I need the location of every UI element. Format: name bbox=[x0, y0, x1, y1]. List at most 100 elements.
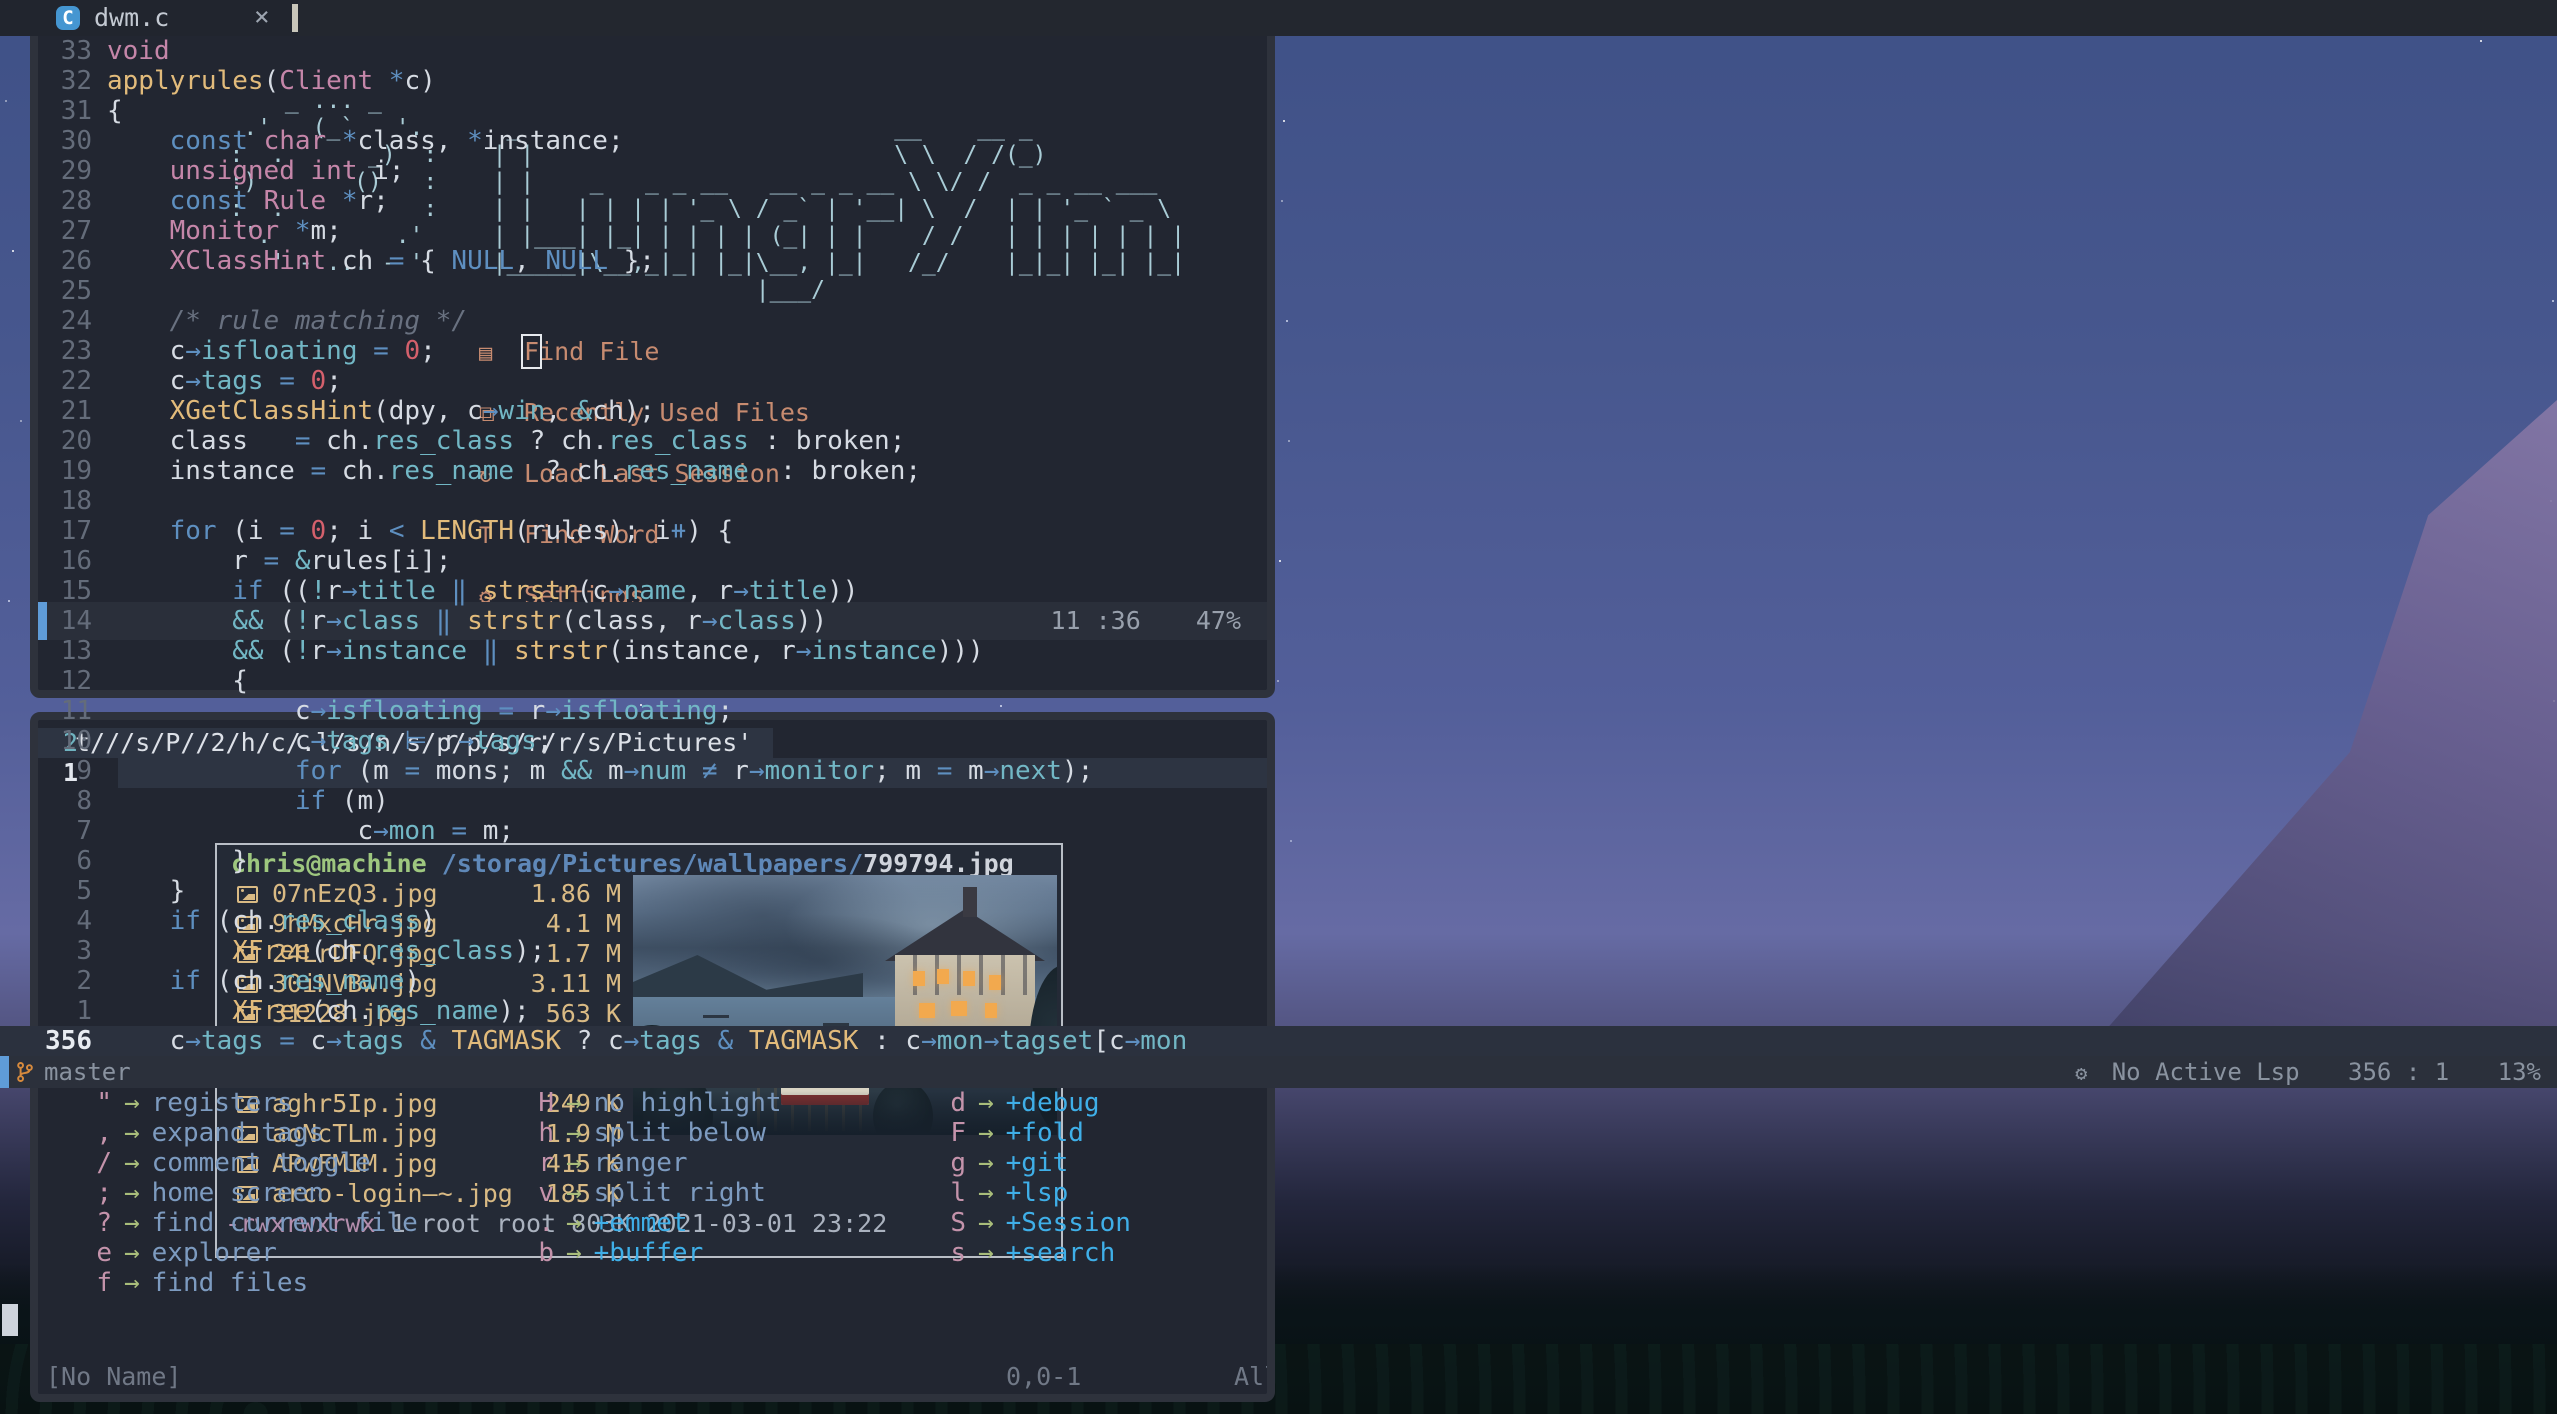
code-line[interactable]: 2 if (ch.res_name) bbox=[0, 966, 2557, 996]
arrow-icon: → bbox=[978, 1088, 994, 1118]
which-key-binding[interactable]: , → expand tags bbox=[78, 1118, 418, 1148]
key-label: ; bbox=[96, 1178, 112, 1208]
code-line[interactable]: 20 class = ch.res_class ? ch.res_class :… bbox=[0, 426, 2557, 456]
arrow-icon: → bbox=[566, 1118, 582, 1148]
code-text: if (ch.res_class) bbox=[169, 906, 436, 936]
code-text: unsigned int i; bbox=[169, 156, 405, 186]
buffer-name: [No Name] bbox=[46, 1362, 182, 1391]
code-line[interactable]: 21 XGetClassHint(dpy, c→win, &ch); bbox=[0, 396, 2557, 426]
which-key-binding[interactable]: g → +git bbox=[932, 1148, 1131, 1178]
code-line[interactable]: 11 c→isfloating = r→isfloating; bbox=[0, 696, 2557, 726]
binding-description: find files bbox=[151, 1268, 309, 1298]
which-key-binding[interactable]: r → ranger bbox=[520, 1148, 782, 1178]
code-line[interactable]: 9 for (m = mons; m && m→num ≠ r→monitor;… bbox=[0, 756, 2557, 786]
code-text: { bbox=[107, 96, 123, 126]
line-number: 11 bbox=[60, 696, 92, 726]
code-line[interactable]: 27 Monitor *m; bbox=[0, 216, 2557, 246]
code-line[interactable]: 7 c→mon = m; bbox=[0, 816, 2557, 846]
line-number: 28 bbox=[60, 186, 92, 216]
code-text: XGetClassHint(dpy, c→win, &ch); bbox=[169, 396, 655, 426]
arrow-icon: → bbox=[124, 1088, 140, 1118]
code-line[interactable]: 33 void bbox=[0, 36, 2557, 66]
tab-dwm-c[interactable]: dwm.c bbox=[94, 0, 169, 36]
which-key-column: d → +debug F → +fold g → +git l → +lsp S → +Session s → +… bbox=[932, 1088, 1131, 1268]
code-line[interactable]: 18 bbox=[0, 486, 2557, 516]
code-line[interactable]: 6 } bbox=[0, 846, 2557, 876]
arrow-icon: → bbox=[978, 1178, 994, 1208]
which-key-binding[interactable]: S → +Session bbox=[932, 1208, 1131, 1238]
mode-indicator-bar bbox=[0, 1056, 9, 1088]
code-line[interactable]: 29 unsigned int i; bbox=[0, 156, 2557, 186]
git-branch-icon bbox=[17, 1061, 33, 1083]
which-key-binding[interactable]: v → split right bbox=[520, 1178, 782, 1208]
line-number: 14 bbox=[60, 606, 92, 636]
code-line[interactable]: 10 c→tags ⊨ r→tags; bbox=[0, 726, 2557, 756]
which-key-binding[interactable]: ; → home screen bbox=[78, 1178, 418, 1208]
which-key-binding[interactable]: H → no highlight bbox=[520, 1088, 781, 1118]
line-number: 26 bbox=[60, 246, 92, 276]
line-number: 13 bbox=[60, 636, 92, 666]
which-key-binding[interactable]: / → comment toggle bbox=[78, 1148, 418, 1178]
code-line[interactable]: 23 c→isfloating = 0; bbox=[0, 336, 2557, 366]
code-line[interactable]: 14 && (!r→class ‖ strstr(class, r→class)… bbox=[0, 606, 2557, 636]
arrow-icon: → bbox=[978, 1118, 994, 1148]
code-text: c→isfloating = 0; bbox=[107, 336, 436, 366]
code-text: XClassHint ch = { NULL, NULL }; bbox=[169, 246, 655, 276]
which-key-binding[interactable]: e → explorer bbox=[78, 1238, 418, 1268]
which-key-binding[interactable]: ? → find current file bbox=[78, 1208, 417, 1238]
line-number: 18 bbox=[60, 486, 92, 516]
which-key-binding[interactable]: d → +debug bbox=[932, 1088, 1131, 1118]
code-line[interactable]: 12 { bbox=[0, 666, 2557, 696]
code-line[interactable]: 13 && (!r→instance ‖ strstr(instance, r→… bbox=[0, 636, 2557, 666]
close-icon[interactable]: × bbox=[254, 0, 270, 36]
code-line[interactable]: 26 XClassHint ch = { NULL, NULL }; bbox=[0, 246, 2557, 276]
code-text: && (!r→class ‖ strstr(class, r→class)) bbox=[232, 606, 828, 636]
code-line[interactable]: 4 if (ch.res_class) bbox=[0, 906, 2557, 936]
code-line[interactable]: 5 } bbox=[0, 876, 2557, 906]
binding-description: +search bbox=[1005, 1238, 1116, 1268]
line-number: 25 bbox=[60, 276, 92, 306]
code-text: instance = ch.res_name ? ch.res_name : b… bbox=[107, 456, 922, 486]
line-number: 33 bbox=[60, 36, 92, 66]
code-line[interactable]: 19 instance = ch.res_name ? ch.res_name … bbox=[0, 456, 2557, 486]
line-number: 20 bbox=[60, 426, 92, 456]
code-line[interactable]: 32 applyrules(Client *c) bbox=[0, 66, 2557, 96]
key-label: l bbox=[950, 1178, 966, 1208]
code-line[interactable]: 15 if ((!r→title ‖ strstr(c→name, r→titl… bbox=[0, 576, 2557, 606]
code-line[interactable]: 16 r = &rules[i]; bbox=[0, 546, 2557, 576]
binding-description: +emmet bbox=[593, 1208, 688, 1238]
code-line[interactable]: 8 if (m) bbox=[0, 786, 2557, 816]
which-key-binding[interactable]: . → +emmet bbox=[520, 1208, 782, 1238]
code-line[interactable]: 31 { bbox=[0, 96, 2557, 126]
which-key-binding[interactable]: f → find files bbox=[78, 1268, 418, 1298]
arrow-icon: → bbox=[124, 1268, 140, 1298]
binding-description: +git bbox=[1005, 1148, 1069, 1178]
which-key-binding[interactable]: l → +lsp bbox=[932, 1178, 1131, 1208]
code-line[interactable]: 25 bbox=[0, 276, 2557, 306]
arrow-icon: → bbox=[124, 1238, 140, 1268]
which-key-binding[interactable]: h → split below bbox=[520, 1118, 782, 1148]
code-line[interactable]: 356 c→tags = c→tags & TAGMASK ? c→tags &… bbox=[0, 1026, 2557, 1056]
code-line[interactable]: 3 XFree(ch.res_class); bbox=[0, 936, 2557, 966]
code-line[interactable]: 24 /* rule matching */ bbox=[0, 306, 2557, 336]
code-line[interactable]: 28 const Rule *r; bbox=[0, 186, 2557, 216]
line-number: 6 bbox=[76, 846, 92, 876]
code-text: c→tags ⊨ r→tags; bbox=[107, 726, 553, 756]
c-language-icon: C bbox=[56, 6, 80, 30]
code-line[interactable]: 30 const char *class, *instance; bbox=[0, 126, 2557, 156]
which-key-binding[interactable]: F → +fold bbox=[932, 1118, 1131, 1148]
code-line[interactable]: 22 c→tags = 0; bbox=[0, 366, 2557, 396]
code-line[interactable]: 1 XFree(ch.res_name); bbox=[0, 996, 2557, 1026]
code-area: 33 void 32 applyrules(Client *c) 31{30 const… bbox=[0, 36, 2557, 1056]
which-key-binding[interactable]: " → registers bbox=[78, 1088, 418, 1118]
code-text: XFree(ch.res_name); bbox=[232, 996, 530, 1026]
code-line[interactable]: 17 for (i = 0; i < LENGTH(rules); i⧺) { bbox=[0, 516, 2557, 546]
line-number: 1 bbox=[76, 996, 92, 1026]
which-key-binding[interactable]: s → +search bbox=[932, 1238, 1131, 1268]
explorer-statusline: [No Name] 0,0-1 All bbox=[38, 1360, 1267, 1394]
key-label: S bbox=[950, 1208, 966, 1238]
line-number: 30 bbox=[60, 126, 92, 156]
code-text: if (ch.res_name) bbox=[169, 966, 421, 996]
tab-bar: C dwm.c × bbox=[0, 0, 2557, 36]
which-key-binding[interactable]: b → +buffer bbox=[520, 1238, 782, 1268]
